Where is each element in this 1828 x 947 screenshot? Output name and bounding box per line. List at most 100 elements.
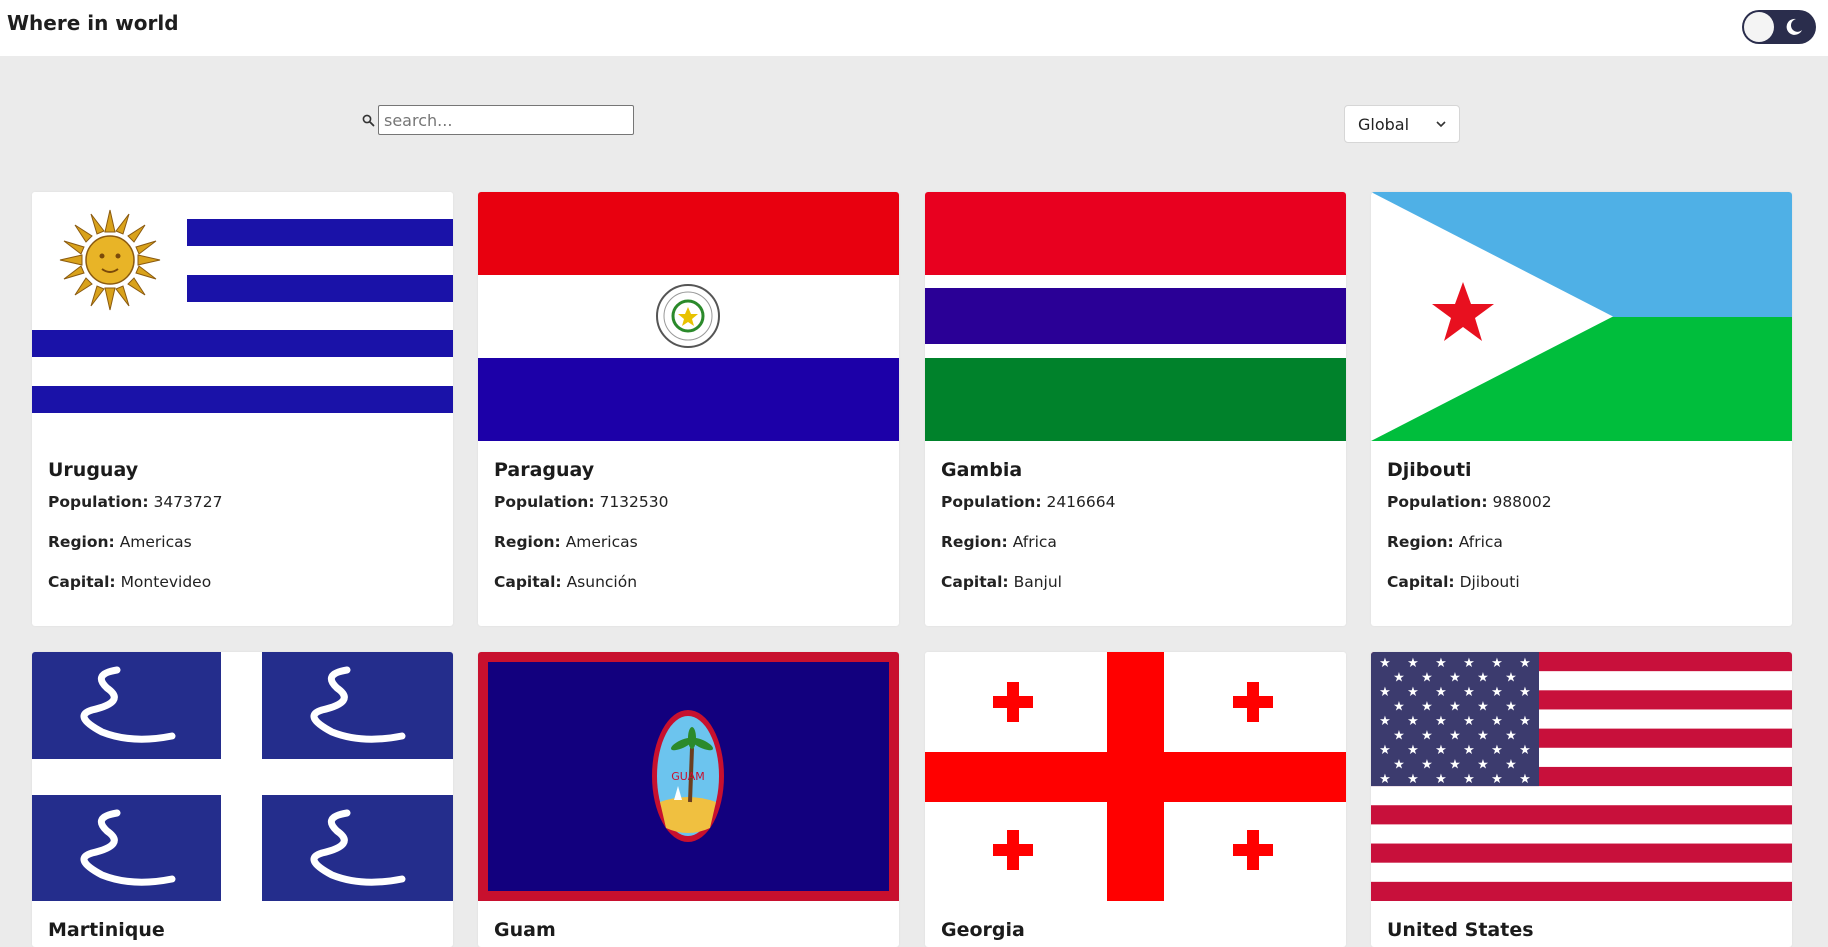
svg-text:★: ★ xyxy=(1477,758,1489,773)
capital-label: Capital: xyxy=(494,573,562,591)
svg-text:★: ★ xyxy=(1379,685,1391,700)
united-states-flag: ★ ★ ★ ★ ★ ★ ★ ★ ★ ★ ★ ★ ★ ★ ★ ★ ★ ★ ★ ★ ★ ★ ★ ★ ★ ★ ★ ★ ★ ★ ★ ★ ★ ★ ★ ★ ★ ★ ★ ★… xyxy=(1371,652,1792,901)
country-name: United States xyxy=(1387,919,1534,941)
svg-text:★: ★ xyxy=(1519,685,1531,700)
svg-text:★: ★ xyxy=(1477,700,1489,715)
region-filter-select[interactable]: Global xyxy=(1344,105,1460,143)
svg-text:★: ★ xyxy=(1463,656,1475,671)
svg-text:★: ★ xyxy=(1491,685,1503,700)
country-card[interactable]: Georgia xyxy=(925,652,1346,947)
country-card[interactable]: Djibouti Population: 988002 Region: Afri… xyxy=(1371,192,1792,626)
svg-text:★: ★ xyxy=(1463,772,1475,787)
region-row: Region: Americas xyxy=(494,533,638,551)
svg-text:★: ★ xyxy=(1477,729,1489,744)
country-name: Guam xyxy=(494,919,556,941)
population-value: 3473727 xyxy=(153,493,223,511)
country-name: Georgia xyxy=(941,919,1025,941)
population-row: Population: 988002 xyxy=(1387,493,1552,511)
region-label: Region: xyxy=(48,533,115,551)
uruguay-flag xyxy=(32,192,453,441)
country-name: Martinique xyxy=(48,919,165,941)
svg-text:★: ★ xyxy=(1393,700,1405,715)
svg-text:★: ★ xyxy=(1407,656,1419,671)
svg-text:★: ★ xyxy=(1491,743,1503,758)
population-row: Population: 3473727 xyxy=(48,493,222,511)
moon-icon xyxy=(1786,18,1802,35)
svg-text:★: ★ xyxy=(1407,772,1419,787)
region-value: Africa xyxy=(1012,533,1057,551)
region-row: Region: Africa xyxy=(1387,533,1503,551)
country-card[interactable]: ★ ★ ★ ★ ★ ★ ★ ★ ★ ★ ★ ★ ★ ★ ★ ★ ★ ★ ★ ★ ★ ★ ★ ★ ★ ★ ★ ★ ★ ★ ★ ★ ★ ★ ★ ★ ★ ★ ★ ★… xyxy=(1371,652,1792,947)
gambia-flag xyxy=(925,192,1346,441)
svg-text:★: ★ xyxy=(1421,729,1433,744)
dark-mode-toggle[interactable] xyxy=(1742,10,1816,44)
martinique-flag xyxy=(32,652,453,901)
region-value: Africa xyxy=(1458,533,1503,551)
svg-text:★: ★ xyxy=(1435,714,1447,729)
capital-row: Capital: Djibouti xyxy=(1387,573,1520,591)
capital-label: Capital: xyxy=(48,573,116,591)
svg-text:★: ★ xyxy=(1491,714,1503,729)
capital-value: Djibouti xyxy=(1459,573,1520,591)
capital-label: Capital: xyxy=(941,573,1009,591)
svg-text:★: ★ xyxy=(1393,758,1405,773)
country-card[interactable]: Gambia Population: 2416664 Region: Afric… xyxy=(925,192,1346,626)
region-row: Region: Americas xyxy=(48,533,192,551)
svg-text:★: ★ xyxy=(1407,714,1419,729)
population-value: 988002 xyxy=(1492,493,1552,511)
region-value: Americas xyxy=(565,533,638,551)
population-label: Population: xyxy=(941,493,1042,511)
capital-value: Banjul xyxy=(1013,573,1062,591)
svg-text:★: ★ xyxy=(1505,671,1517,686)
svg-text:★: ★ xyxy=(1505,758,1517,773)
region-filter-value: Global xyxy=(1358,115,1410,134)
capital-label: Capital: xyxy=(1387,573,1455,591)
search-input[interactable] xyxy=(378,105,634,135)
svg-text:★: ★ xyxy=(1407,743,1419,758)
svg-text:★: ★ xyxy=(1435,685,1447,700)
region-row: Region: Africa xyxy=(941,533,1057,551)
country-card[interactable]: Paraguay Population: 7132530 Region: Ame… xyxy=(478,192,899,626)
svg-text:★: ★ xyxy=(1505,700,1517,715)
capital-row: Capital: Banjul xyxy=(941,573,1062,591)
population-value: 2416664 xyxy=(1046,493,1116,511)
svg-text:★: ★ xyxy=(1421,700,1433,715)
capital-value: Montevideo xyxy=(120,573,212,591)
paraguay-flag xyxy=(478,192,899,441)
svg-text:★: ★ xyxy=(1477,671,1489,686)
svg-text:★: ★ xyxy=(1449,729,1461,744)
region-label: Region: xyxy=(941,533,1008,551)
guam-flag: GUAM xyxy=(478,652,899,901)
country-card[interactable]: GUAM Guam xyxy=(478,652,899,947)
capital-value: Asunción xyxy=(566,573,638,591)
app-title: Where in world xyxy=(7,11,179,35)
svg-text:★: ★ xyxy=(1491,772,1503,787)
svg-text:★: ★ xyxy=(1435,743,1447,758)
svg-text:★: ★ xyxy=(1519,714,1531,729)
svg-text:★: ★ xyxy=(1407,685,1419,700)
svg-text:★: ★ xyxy=(1435,656,1447,671)
population-label: Population: xyxy=(1387,493,1488,511)
svg-text:GUAM: GUAM xyxy=(671,770,705,783)
country-card[interactable]: Uruguay Population: 3473727 Region: Amer… xyxy=(32,192,453,626)
country-name: Djibouti xyxy=(1387,459,1472,481)
svg-text:★: ★ xyxy=(1449,758,1461,773)
country-name: Uruguay xyxy=(48,459,139,481)
svg-text:★: ★ xyxy=(1519,772,1531,787)
svg-text:★: ★ xyxy=(1393,729,1405,744)
country-name: Paraguay xyxy=(494,459,595,481)
capital-row: Capital: Montevideo xyxy=(48,573,211,591)
svg-text:★: ★ xyxy=(1505,729,1517,744)
country-card[interactable]: Martinique xyxy=(32,652,453,947)
svg-text:★: ★ xyxy=(1519,743,1531,758)
population-label: Population: xyxy=(48,493,149,511)
svg-text:★: ★ xyxy=(1463,743,1475,758)
svg-text:★: ★ xyxy=(1421,758,1433,773)
svg-text:★: ★ xyxy=(1435,772,1447,787)
toggle-knob[interactable] xyxy=(1744,12,1774,42)
region-label: Region: xyxy=(1387,533,1454,551)
svg-text:★: ★ xyxy=(1519,656,1531,671)
svg-text:★: ★ xyxy=(1379,714,1391,729)
svg-text:★: ★ xyxy=(1449,671,1461,686)
svg-text:★: ★ xyxy=(1379,656,1391,671)
